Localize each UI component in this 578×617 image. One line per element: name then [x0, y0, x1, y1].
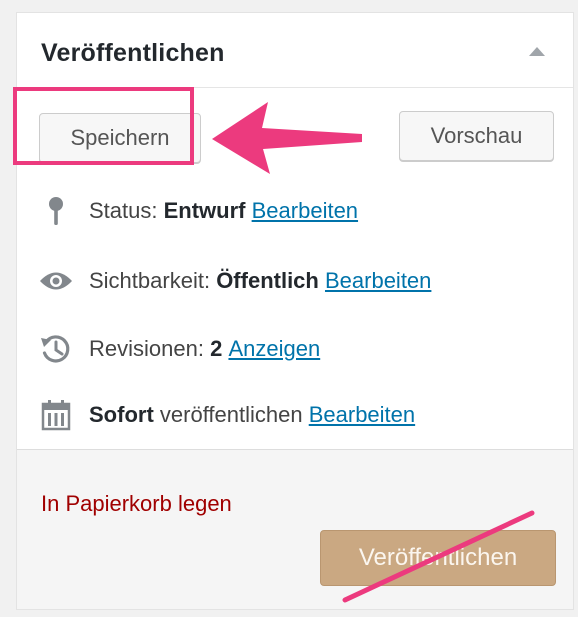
preview-button[interactable]: Vorschau	[399, 111, 554, 161]
visibility-row: Sichtbarkeit: Öffentlich Bearbeiten	[39, 263, 431, 299]
triangle-up-icon[interactable]	[529, 47, 545, 56]
visibility-label: Sichtbarkeit:	[89, 268, 211, 293]
publish-box-title: Veröffentlichen	[41, 39, 225, 67]
status-value: Entwurf	[163, 198, 246, 223]
publish-box-header: Veröffentlichen	[17, 13, 573, 88]
schedule-edit-link[interactable]: Bearbeiten	[309, 402, 415, 428]
revisions-row: Revisionen: 2 Anzeigen	[39, 331, 320, 367]
visibility-edit-link[interactable]: Bearbeiten	[325, 268, 431, 294]
schedule-label: veröffentlichen	[159, 402, 303, 427]
status-edit-link[interactable]: Bearbeiten	[252, 198, 358, 224]
schedule-value: Sofort	[89, 402, 154, 427]
pin-icon	[39, 194, 73, 228]
save-draft-button[interactable]: Speichern	[39, 113, 201, 163]
revisions-show-link[interactable]: Anzeigen	[228, 336, 320, 362]
eye-icon	[39, 264, 73, 298]
status-row: Status: Entwurf Bearbeiten	[39, 193, 358, 229]
calendar-icon	[39, 398, 73, 432]
publish-button[interactable]: Veröffentlichen	[320, 530, 556, 586]
schedule-row: Sofort veröffentlichen Bearbeiten	[39, 397, 415, 433]
history-icon	[39, 332, 73, 366]
revisions-label: Revisionen:	[89, 336, 204, 361]
revisions-count: 2	[210, 336, 223, 361]
major-publishing-actions: In Papierkorb legen Veröffentlichen	[17, 449, 573, 609]
visibility-value: Öffentlich	[216, 268, 319, 293]
publish-box: Veröffentlichen Speichern Vorschau Statu…	[16, 12, 574, 610]
status-label: Status:	[89, 198, 158, 223]
move-to-trash-link[interactable]: In Papierkorb legen	[41, 491, 232, 517]
